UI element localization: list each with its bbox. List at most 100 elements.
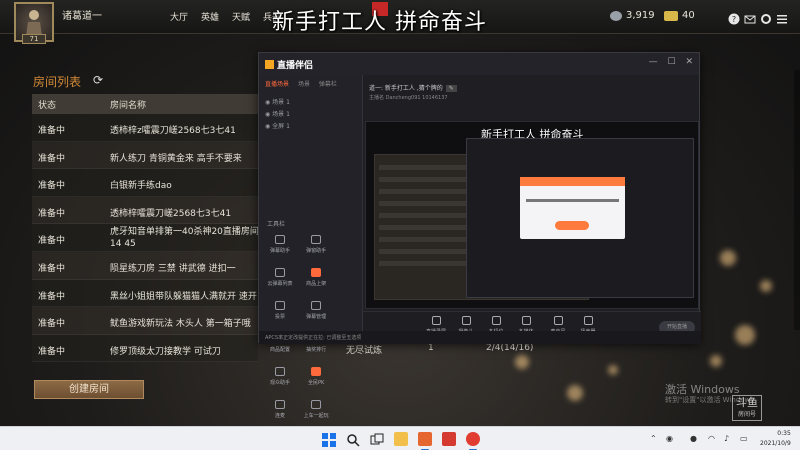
room-row[interactable]: 准备中 修罗顶级太刀接教学 可试刀 [32,334,258,363]
room-status: 准备中 [38,153,66,164]
search-icon[interactable] [346,432,360,447]
room-row[interactable]: 准备中 透柿梓z嚯震刀嵯2568七3七41 [32,114,258,142]
room-name: 白银新手练dao [110,181,172,192]
bokeh-light [720,250,736,266]
tray-chevron-icon[interactable]: ⌃ [650,434,657,443]
tool-label: 弹窗助手 [306,248,327,254]
tool-viewer-helper[interactable]: 观众助手 [265,363,295,393]
stream-preview[interactable]: 新手打工人 拼命奋斗 [365,121,699,309]
wifi-icon[interactable]: ◠ [708,434,715,443]
tool-pk[interactable]: 全民PK [301,363,331,393]
scene-item[interactable]: ◉ 场景 1 [265,97,290,106]
room-name: 虎牙知音单排第一40杀神20直播房间14 45 [110,227,259,250]
edit-tag[interactable]: ✎ [445,85,457,92]
bokeh-light [735,325,755,345]
room-list-header: 状态 房间名称 [32,94,258,114]
clock-time: 0:35 [777,430,791,437]
netease-music-icon[interactable] [466,432,480,450]
minimize-icon[interactable]: — [649,57,658,67]
scene-item[interactable]: ◉ 全屏 1 [265,121,290,130]
tray-app-icon[interactable]: ◉ [666,434,673,443]
tool-icon [275,367,285,376]
file-explorer-icon[interactable] [394,432,408,446]
room-row[interactable]: 准备中 白银新手练dao [32,169,258,197]
room-name: 透柿梓嚯震刀嵯2568七3七41 [110,208,232,219]
menu-icon[interactable] [776,10,788,24]
column-room-name: 房间名称 [110,101,147,111]
preview-dialog-header [520,177,625,186]
bokeh-light [515,355,529,369]
coin-amount: 3,919 [626,10,655,21]
windows-start-icon[interactable] [322,432,336,447]
tool-play-together[interactable]: 上车一起玩 [301,396,331,426]
room-list: 准备中 透柿梓z嚯震刀嵯2568七3七41 准备中 新人练刀 青铜黄金来 高手不要来… [32,114,259,363]
battery-icon[interactable]: ▭ [740,434,748,443]
maximize-icon[interactable]: ☐ [668,57,676,67]
nav-lobby[interactable]: 大厅 [170,10,188,23]
settings-icon[interactable] [760,10,772,24]
tool-goods[interactable]: 商品上架 [301,264,331,294]
tool-icon [275,235,285,244]
close-icon[interactable]: ✕ [685,57,693,67]
tab-scene[interactable]: 场景 [298,81,310,88]
tool-popup-helper[interactable]: 弹窗助手 [301,231,331,261]
tab-live-scene[interactable]: 直播场景 [265,81,289,88]
stream-app-sidebar: 直播场景 场景 弹幕栏 ◉ 场景 1 ◉ 场景 1 ◉ 全屏 1 工具栏 弹幕助… [259,75,363,419]
tool-icon [275,268,285,277]
preview-nested-app [466,138,694,298]
coin-icon [610,10,622,21]
volume-icon[interactable]: ♪ [724,434,729,443]
speaker-icon [583,316,593,325]
tool-label: 商品配置 [269,347,290,353]
side-strip [794,70,800,330]
bokeh-light [710,355,722,367]
tool-label: 投票 [274,314,285,320]
media-icon [521,316,531,325]
tool-cloud-list[interactable]: 云弹幕列表 [265,264,295,294]
multi-camera-icon [491,316,501,325]
scene-label: 场景 1 [272,99,290,106]
tool-link-mic[interactable]: 连麦 [265,396,295,426]
refresh-icon[interactable]: ⟳ [93,73,103,87]
tool-label: 商品上架 [306,281,327,287]
svg-text:?: ? [732,15,736,24]
coin-balance[interactable]: 3,919 [610,10,655,21]
mail-icon[interactable] [744,10,756,24]
nav-heroes[interactable]: 英雄 [201,10,219,23]
room-row[interactable]: 准备中 黑丝小姐姐带队躲猫猫人满就开 速开 [32,279,258,308]
stream-title: 新手打工人 拼命奋斗 [272,10,487,35]
ticket-balance[interactable]: 40 [664,10,695,21]
taskbar-clock[interactable]: 0:35 2021/10/9 [760,429,791,449]
tool-vote[interactable]: 投票 [265,297,295,327]
room-row[interactable]: 准备中 鱿鱼游戏新玩法 木头人 第一箱子哦 [32,307,258,335]
create-room-button[interactable]: 创建房间 [34,380,144,399]
room-status: 准备中 [38,208,66,219]
room-name: 陨星练刀房 三禁 讲武德 进扣一 [110,263,236,274]
red-app-icon[interactable] [442,432,456,446]
room-row[interactable]: 准备中 新人练刀 青铜黄金来 高手不要来 [32,141,258,170]
tab-danmaku[interactable]: 弹幕栏 [319,81,337,88]
douyu-logo: 斗鱼 房间号 [732,395,762,421]
tray-app-icon[interactable]: ● [690,434,697,443]
room-row[interactable]: 准备中 陨星练刀房 三禁 讲武德 进扣一 [32,251,258,280]
tool-label: 云弹幕列表 [267,281,293,287]
scene-item[interactable]: ◉ 场景 1 [265,109,290,118]
tool-grid: 弹幕助手 弹窗助手 云弹幕列表 商品上架 投票 弹幕管理 商品配置 抽奖排行 观… [265,231,361,429]
tool-danmaku-manage[interactable]: 弹幕管理 [301,297,331,327]
nav-talents[interactable]: 天赋 [232,10,250,23]
stream-app-logo: 直播伴侣 [265,58,313,71]
tool-danmaku-helper[interactable]: 弹幕助手 [265,231,295,261]
room-name: 黑丝小姐姐带队躲猫猫人满就开 速开 [110,291,257,302]
scene-label: 场景 1 [272,111,290,118]
room-row[interactable]: 准备中 虎牙知音单排第一40杀神20直播房间14 45 [32,224,259,252]
game-app-icon[interactable] [418,432,432,450]
live-room-sub: 主播名 Dancheng091 10146137 [369,95,448,101]
help-icon[interactable]: ? [728,10,740,25]
task-view-icon[interactable] [370,432,384,446]
room-row[interactable]: 准备中 透柿梓嚯震刀嵯2568七3七41 [32,196,258,225]
ticket-amount: 40 [682,10,695,21]
column-status: 状态 [38,101,57,111]
tool-icon [311,301,322,310]
room-name: 透柿梓z嚯震刀嵯2568七3七41 [110,126,236,136]
monitor-icon [431,316,441,325]
